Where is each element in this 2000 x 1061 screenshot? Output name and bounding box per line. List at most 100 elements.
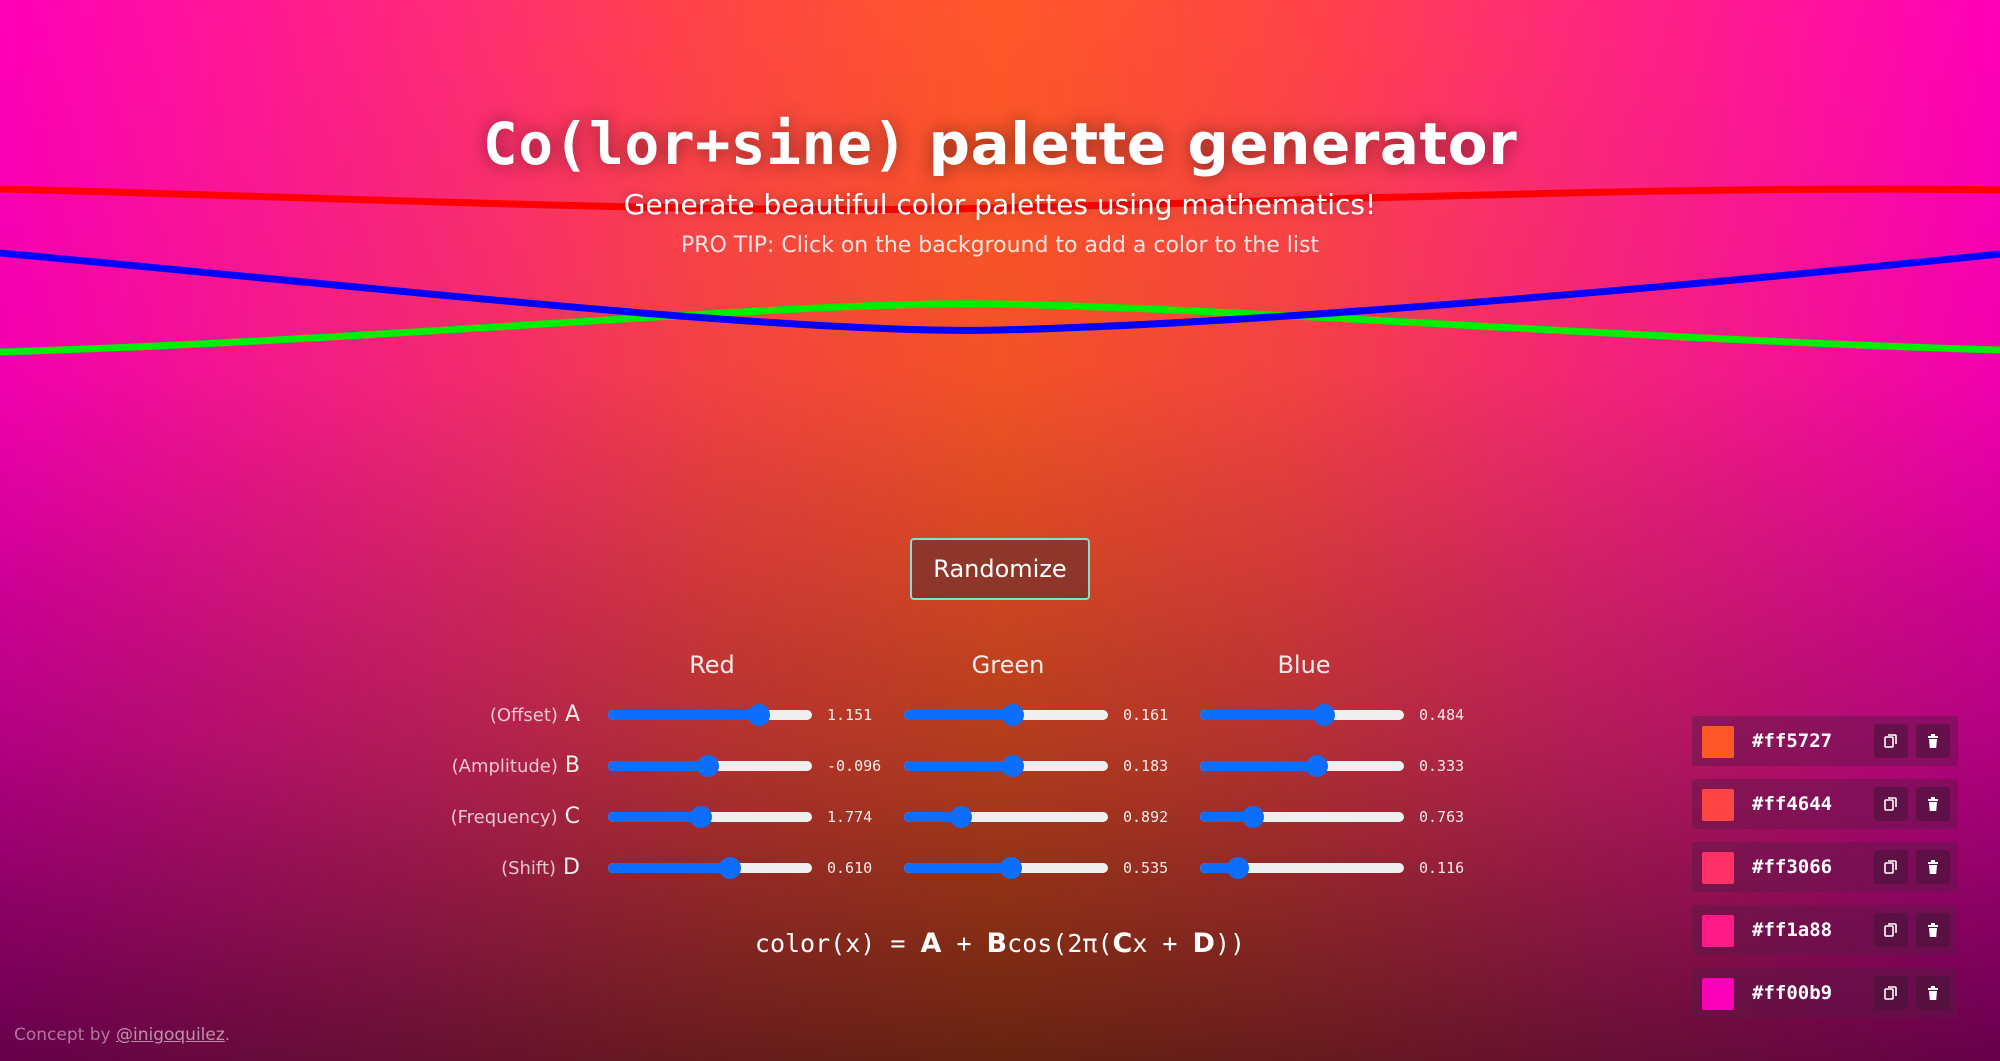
slider-fill bbox=[608, 761, 708, 771]
palette-item: #ff1a88 bbox=[1692, 905, 1958, 955]
blue-shift-value: 0.116 bbox=[1419, 859, 1465, 877]
slider-track bbox=[608, 863, 812, 873]
copy-icon bbox=[1884, 986, 1897, 1000]
color-hex: #ff5727 bbox=[1752, 730, 1833, 752]
delete-button[interactable] bbox=[1916, 976, 1950, 1010]
slider-fill bbox=[1200, 863, 1231, 873]
page-subtitle: Generate beautiful color palettes using … bbox=[623, 188, 1377, 221]
column-header-blue: Blue bbox=[1277, 651, 1331, 679]
slider-fill bbox=[608, 863, 733, 873]
delete-button[interactable] bbox=[1916, 724, 1950, 758]
footer-credit: Concept by @inigoquilez. bbox=[14, 1025, 231, 1045]
color-swatch bbox=[1702, 852, 1734, 884]
palette-item: #ff4644 bbox=[1692, 779, 1958, 829]
slider-fill bbox=[608, 710, 766, 720]
copy-button[interactable] bbox=[1874, 787, 1908, 821]
green-offset-value: 0.161 bbox=[1123, 706, 1169, 724]
slider-thumb[interactable] bbox=[1305, 755, 1328, 777]
copy-icon bbox=[1884, 860, 1897, 874]
blue-shift-slider[interactable] bbox=[1200, 856, 1404, 880]
green-amplitude-slider[interactable] bbox=[904, 754, 1108, 778]
red-frequency-slider[interactable] bbox=[608, 805, 812, 829]
delete-button[interactable] bbox=[1916, 787, 1950, 821]
blue-curve bbox=[0, 249, 2000, 334]
red-shift-slider[interactable] bbox=[608, 856, 812, 880]
copy-icon bbox=[1884, 797, 1897, 811]
author-link[interactable]: @inigoquilez bbox=[116, 1025, 225, 1045]
slider-fill bbox=[608, 812, 700, 822]
slider-thumb[interactable] bbox=[1241, 806, 1264, 828]
pro-tip: PRO TIP: Click on the background to add … bbox=[680, 233, 1320, 258]
color-hex: #ff4644 bbox=[1752, 793, 1833, 815]
blue-amplitude-slider[interactable] bbox=[1200, 754, 1404, 778]
blue-offset-value: 0.484 bbox=[1419, 706, 1465, 724]
copy-button[interactable] bbox=[1874, 850, 1908, 884]
green-shift-value: 0.535 bbox=[1123, 859, 1169, 877]
slider-fill bbox=[904, 761, 1015, 771]
green-frequency-value: 0.892 bbox=[1123, 808, 1169, 826]
slider-thumb[interactable] bbox=[1312, 704, 1335, 726]
column-header-red: Red bbox=[689, 651, 735, 679]
blue-frequency-slider[interactable] bbox=[1200, 805, 1404, 829]
slider-fill bbox=[904, 812, 955, 822]
color-swatch bbox=[1702, 726, 1734, 758]
slider-thumb[interactable] bbox=[697, 755, 720, 777]
slider-track bbox=[904, 812, 1108, 822]
slider-thumb[interactable] bbox=[1000, 857, 1023, 879]
green-frequency-slider[interactable] bbox=[904, 805, 1108, 829]
randomize-button[interactable]: Randomize bbox=[910, 538, 1090, 600]
copy-button[interactable] bbox=[1874, 913, 1908, 947]
copy-button[interactable] bbox=[1874, 724, 1908, 758]
red-amplitude-slider[interactable] bbox=[608, 754, 812, 778]
row-label-shift: (Shift) D bbox=[501, 855, 580, 880]
slider-thumb[interactable] bbox=[949, 806, 972, 828]
trash-icon bbox=[1928, 986, 1938, 1000]
slider-fill bbox=[1200, 761, 1319, 771]
slider-fill bbox=[1200, 812, 1247, 822]
delete-button[interactable] bbox=[1916, 913, 1950, 947]
palette-item: #ff00b9 bbox=[1692, 968, 1958, 1018]
red-amplitude-value: -0.096 bbox=[827, 757, 882, 775]
trash-icon bbox=[1928, 797, 1938, 811]
color-swatch bbox=[1702, 789, 1734, 821]
color-hex: #ff00b9 bbox=[1752, 982, 1833, 1004]
green-shift-slider[interactable] bbox=[904, 856, 1108, 880]
slider-track bbox=[1200, 710, 1404, 720]
blue-offset-slider[interactable] bbox=[1200, 703, 1404, 727]
slider-fill bbox=[904, 710, 1015, 720]
blue-amplitude-value: 0.333 bbox=[1419, 757, 1465, 775]
color-swatch bbox=[1702, 915, 1734, 947]
red-offset-slider[interactable] bbox=[608, 703, 812, 727]
red-offset-value: 1.151 bbox=[827, 706, 873, 724]
column-header-green: Green bbox=[971, 651, 1045, 679]
palette-item: #ff5727 bbox=[1692, 716, 1958, 766]
page-title: Co(lor+sine) palette generator bbox=[482, 110, 1518, 178]
red-frequency-value: 1.774 bbox=[827, 808, 873, 826]
slider-thumb[interactable] bbox=[1002, 704, 1025, 726]
slider-track bbox=[608, 710, 812, 720]
slider-track bbox=[1200, 761, 1404, 771]
copy-icon bbox=[1884, 734, 1897, 748]
copy-icon bbox=[1884, 923, 1897, 937]
copy-button[interactable] bbox=[1874, 976, 1908, 1010]
green-offset-slider[interactable] bbox=[904, 703, 1108, 727]
slider-track bbox=[1200, 812, 1404, 822]
slider-thumb[interactable] bbox=[719, 857, 742, 879]
palette-list: #ff5727 #ff4644 #ff3066 #ff1a88 #ff00b9 bbox=[1692, 716, 1958, 1031]
blue-frequency-value: 0.763 bbox=[1419, 808, 1465, 826]
green-amplitude-value: 0.183 bbox=[1123, 757, 1169, 775]
slider-fill bbox=[904, 863, 1013, 873]
slider-thumb[interactable] bbox=[748, 704, 771, 726]
red-shift-value: 0.610 bbox=[827, 859, 873, 877]
trash-icon bbox=[1928, 734, 1938, 748]
palette-item: #ff3066 bbox=[1692, 842, 1958, 892]
slider-fill bbox=[1200, 710, 1327, 720]
trash-icon bbox=[1928, 860, 1938, 874]
color-swatch bbox=[1702, 978, 1734, 1010]
row-label-amplitude: (Amplitude) B bbox=[451, 753, 580, 778]
slider-thumb[interactable] bbox=[1227, 857, 1250, 879]
slider-thumb[interactable] bbox=[689, 806, 712, 828]
slider-thumb[interactable] bbox=[1002, 755, 1025, 777]
delete-button[interactable] bbox=[1916, 850, 1950, 884]
row-label-frequency: (Frequency) C bbox=[450, 804, 580, 829]
